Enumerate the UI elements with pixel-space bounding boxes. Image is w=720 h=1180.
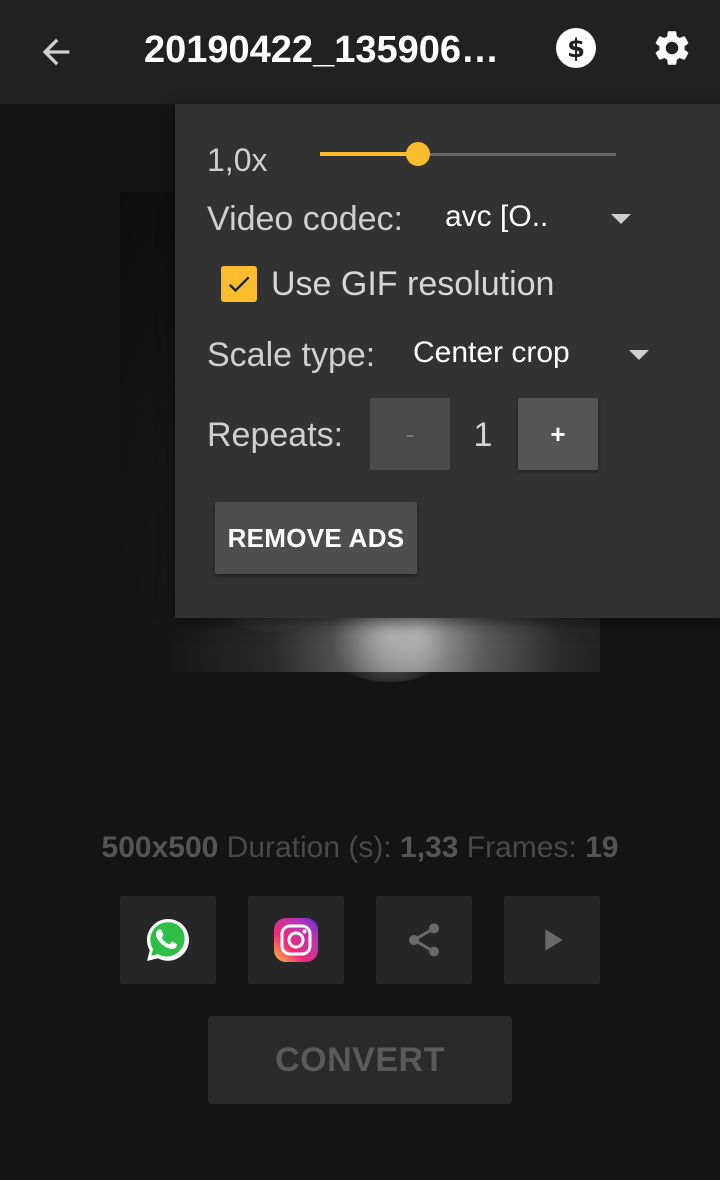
- top-app-bar: 20190422_135906… $: [0, 0, 720, 104]
- gif-resolution-checkbox[interactable]: [221, 266, 257, 302]
- scale-type-dropdown[interactable]: Center crop: [405, 332, 665, 378]
- repeats-increment-button[interactable]: +: [518, 398, 598, 470]
- scale-type-value: Center crop: [413, 336, 570, 369]
- frames-label: Frames:: [458, 831, 586, 864]
- share-button[interactable]: [376, 896, 472, 984]
- duration-value: 1,33: [400, 831, 459, 864]
- frames-value: 19: [585, 831, 619, 864]
- instagram-icon: [274, 918, 318, 962]
- arrow-left-icon: [42, 38, 70, 66]
- repeats-value: 1: [473, 416, 493, 454]
- gif-resolution-label: Use GIF resolution: [271, 264, 555, 303]
- remove-ads-button[interactable]: REMOVE ADS: [215, 502, 417, 574]
- repeats-label: Repeats:: [207, 416, 344, 454]
- duration-label: Duration (s):: [218, 831, 401, 864]
- whatsapp-icon: [147, 919, 189, 961]
- settings-panel: 1,0x Video codec: avc [O.. Use GIF resol…: [175, 104, 720, 618]
- scale-type-label: Scale type:: [207, 336, 376, 374]
- slider-thumb[interactable]: [406, 142, 430, 166]
- video-codec-label: Video codec:: [207, 200, 403, 238]
- slider-fill: [320, 152, 418, 156]
- share-row: [120, 896, 600, 984]
- dropdown-arrow-icon: [629, 350, 649, 360]
- page-title: 20190422_135906…: [144, 29, 500, 71]
- convert-button[interactable]: CONVERT: [208, 1016, 512, 1104]
- share-icon: [409, 923, 439, 957]
- dropdown-arrow-icon: [611, 214, 631, 224]
- settings-button[interactable]: [644, 20, 700, 76]
- speed-label: 1,0x: [207, 142, 268, 178]
- svg-text:$: $: [567, 34, 585, 64]
- checkmark-icon: [228, 276, 250, 293]
- gif-resolution-row[interactable]: Use GIF resolution: [221, 264, 554, 304]
- purchase-button[interactable]: $: [548, 20, 604, 76]
- play-button[interactable]: [504, 896, 600, 984]
- video-info: 500x500 Duration (s): 1,33 Frames: 19: [0, 828, 720, 868]
- back-button[interactable]: [24, 20, 88, 84]
- whatsapp-share-button[interactable]: [120, 896, 216, 984]
- play-icon: [545, 929, 563, 951]
- video-codec-value: avc [O..: [445, 200, 549, 233]
- resolution-value: 500x500: [101, 831, 219, 864]
- instagram-share-button[interactable]: [248, 896, 344, 984]
- video-codec-dropdown[interactable]: avc [O..: [437, 196, 637, 242]
- gear-icon: [655, 31, 689, 65]
- speed-slider[interactable]: [320, 142, 616, 166]
- gif-converter-screen: 20190422_135906… $ 500x500 Duration (s):…: [0, 0, 720, 1180]
- dollar-coin-icon: $: [556, 28, 596, 68]
- repeats-decrement-button[interactable]: -: [370, 398, 450, 470]
